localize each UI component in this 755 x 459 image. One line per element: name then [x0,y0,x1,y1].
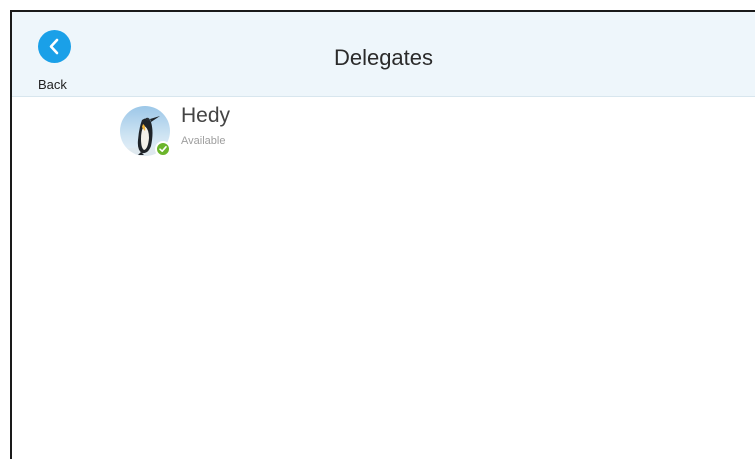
app-window: Back Delegates Hedy Available [10,10,755,459]
top-bar: Back Delegates [12,12,755,97]
delegate-item[interactable]: Hedy Available [120,102,320,162]
contact-name: Hedy [181,104,231,127]
page-title: Delegates [333,45,434,70]
available-check-icon [155,141,171,157]
contact-status: Available [181,135,226,147]
back-label: Back [38,77,67,92]
